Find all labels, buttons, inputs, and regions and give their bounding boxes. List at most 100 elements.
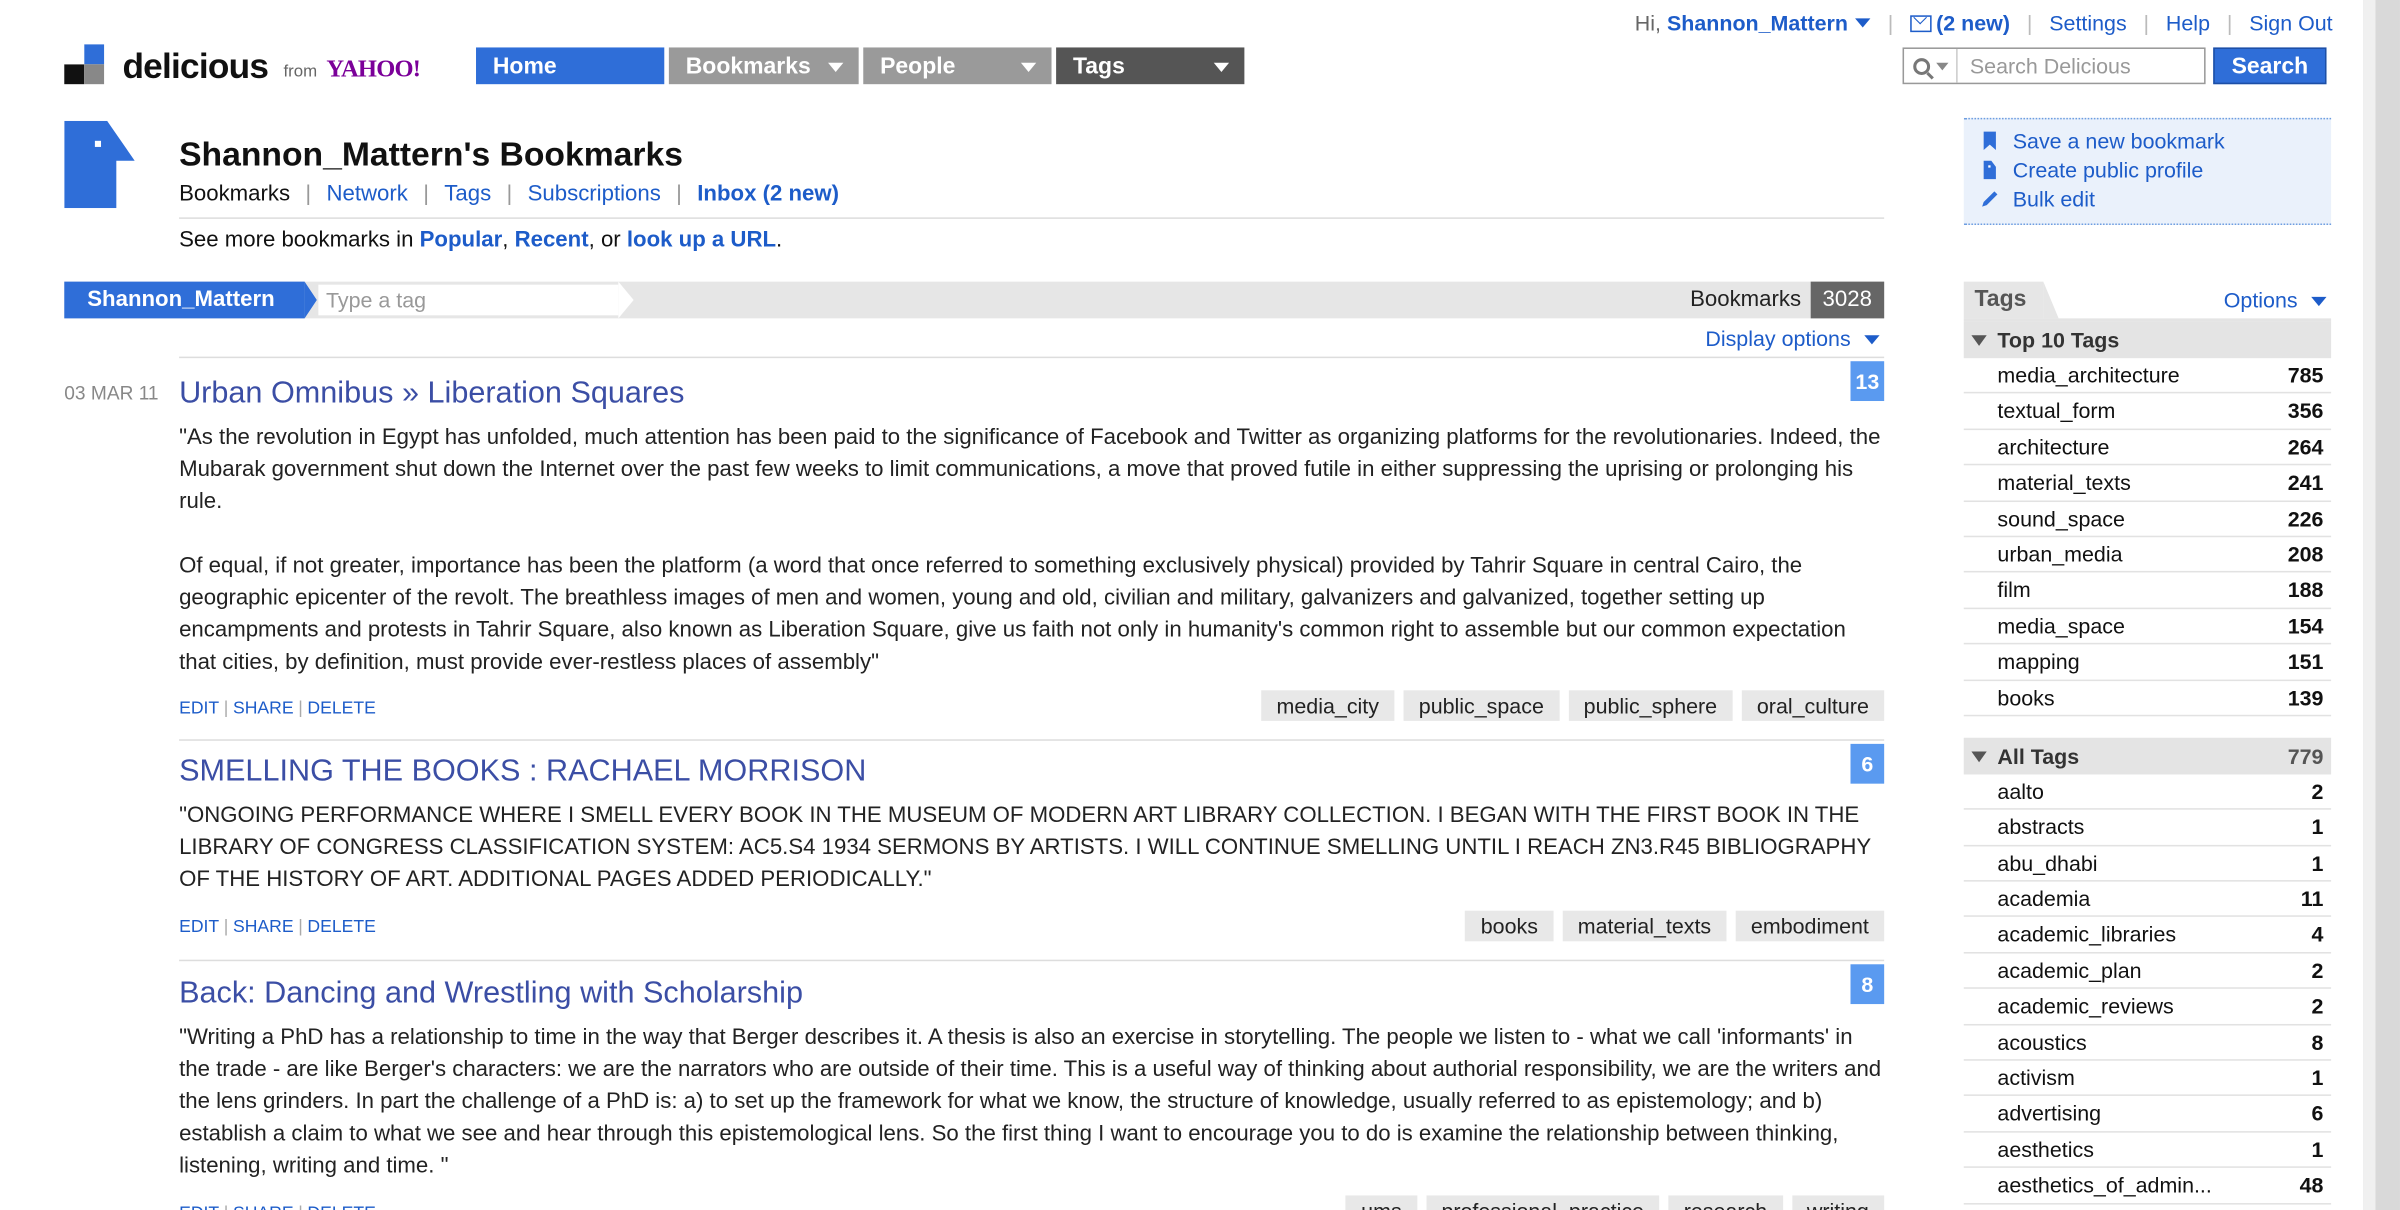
tag-row[interactable]: textual_form 356 <box>1963 394 2332 430</box>
tag-name[interactable]: mapping <box>1997 649 2079 673</box>
delete-link[interactable]: DELETE <box>307 918 375 936</box>
tag-row[interactable]: abstracts 1 <box>1963 810 2332 846</box>
tag-name[interactable]: architecture <box>1997 434 2109 458</box>
save-bookmark-link[interactable]: Save a new bookmark <box>1979 129 2225 153</box>
chevron-down-icon[interactable] <box>1855 18 1871 28</box>
tag-row[interactable]: media_architecture 785 <box>1963 358 2332 394</box>
tag-name[interactable]: academia <box>1997 886 2090 910</box>
subnav-inbox[interactable]: Inbox (2 new) <box>697 182 839 206</box>
tag-chip[interactable]: material_texts <box>1562 910 1727 942</box>
tag-name[interactable]: media_architecture <box>1997 363 2179 387</box>
chevron-down-icon[interactable] <box>828 62 844 72</box>
subnav-bookmarks[interactable]: Bookmarks <box>179 182 290 206</box>
tag-row[interactable]: media_space 154 <box>1963 609 2332 645</box>
chevron-down-icon[interactable] <box>1020 62 1037 72</box>
inbox-link[interactable]: (2 new) <box>1936 11 2010 35</box>
tag-row[interactable]: mapping 151 <box>1963 645 2332 681</box>
bulk-edit-link[interactable]: Bulk edit <box>1979 187 2095 211</box>
tag-row[interactable]: abu_dhabi 1 <box>1963 846 2332 882</box>
share-link[interactable]: SHARE <box>233 1205 294 1210</box>
tag-row[interactable]: acoustics 8 <box>1963 1025 2332 1061</box>
tag-name[interactable]: media_space <box>1997 613 2124 637</box>
help-link[interactable]: Help <box>2166 11 2210 35</box>
edit-link[interactable]: EDIT <box>179 699 219 717</box>
tag-name[interactable]: film <box>1997 578 2030 602</box>
tag-chip[interactable]: books <box>1465 910 1554 942</box>
mail-icon[interactable] <box>1910 14 1932 32</box>
delicious-logo[interactable]: delicious from YAHOO! <box>64 44 421 84</box>
tag-name[interactable]: sound_space <box>1997 506 2124 530</box>
search-input[interactable] <box>1966 52 2203 80</box>
edit-link[interactable]: EDIT <box>179 1205 219 1210</box>
lookup-url-link[interactable]: look up a URL <box>627 228 776 252</box>
tab-tags[interactable]: Tags <box>1056 47 1245 85</box>
tag-row[interactable]: urban_media 208 <box>1963 537 2332 573</box>
tag-chip[interactable]: public_sphere <box>1568 690 1733 721</box>
display-options-menu[interactable]: Display options <box>1705 326 1880 351</box>
subnav-subscriptions[interactable]: Subscriptions <box>528 182 661 206</box>
popular-link[interactable]: Popular <box>420 228 503 252</box>
tab-people[interactable]: People <box>863 47 1052 85</box>
tag-row[interactable]: advertising 6 <box>1963 1097 2332 1133</box>
tag-chip[interactable]: oral_culture <box>1741 690 1885 721</box>
tag-chip[interactable]: ums <box>1345 1195 1417 1210</box>
tag-chip[interactable]: professional_practice <box>1426 1195 1660 1210</box>
signout-link[interactable]: Sign Out <box>2249 11 2332 35</box>
window-scroll-edge[interactable] <box>2363 0 2400 1210</box>
edit-link[interactable]: EDIT <box>179 918 219 936</box>
tag-name[interactable]: aesthetics <box>1997 1137 2093 1161</box>
bookmark-save-count[interactable]: 6 <box>1850 743 1885 784</box>
recent-link[interactable]: Recent <box>515 228 589 252</box>
tag-name[interactable]: advertising <box>1997 1101 2101 1125</box>
tag-row[interactable]: aesthetics_of_admin... 48 <box>1963 1168 2332 1204</box>
username-menu[interactable]: Shannon_Mattern <box>1667 11 1848 35</box>
tag-row[interactable]: academic_reviews 2 <box>1963 989 2332 1025</box>
search-button[interactable]: Search <box>2213 47 2327 85</box>
all-tags-header[interactable]: All Tags 779 <box>1963 737 2332 775</box>
tag-filter-input[interactable] <box>318 284 619 316</box>
tag-row[interactable]: academic_libraries 4 <box>1963 918 2332 954</box>
bookmark-save-count[interactable]: 13 <box>1850 361 1885 402</box>
tag-row[interactable]: books 139 <box>1963 680 2332 717</box>
tag-chip[interactable]: research <box>1668 1195 1783 1210</box>
user-filter-chip[interactable]: Shannon_Mattern <box>64 281 317 319</box>
tag-name[interactable]: activism <box>1997 1065 2074 1089</box>
bookmark-title-link[interactable]: Urban Omnibus » Liberation Squares <box>179 377 684 412</box>
bookmark-save-count[interactable]: 8 <box>1850 964 1885 1005</box>
search-scope-dropdown[interactable] <box>1904 48 1958 83</box>
subnav-network[interactable]: Network <box>326 182 407 206</box>
tag-row[interactable]: sound_space 226 <box>1963 501 2332 538</box>
tag-name[interactable]: abstracts <box>1997 815 2084 839</box>
create-profile-link[interactable]: Create public profile <box>1979 158 2203 182</box>
share-link[interactable]: SHARE <box>233 918 294 936</box>
tag-name[interactable]: aalto <box>1997 779 2043 803</box>
tab-home[interactable]: Home <box>476 47 665 85</box>
tag-name[interactable]: urban_media <box>1997 542 2122 566</box>
tag-name[interactable]: books <box>1997 685 2054 709</box>
top10-tags-header[interactable]: Top 10 Tags <box>1963 321 2332 359</box>
tag-row[interactable]: academia 11 <box>1963 882 2332 918</box>
subnav-tags[interactable]: Tags <box>444 182 491 206</box>
tag-name[interactable]: abu_dhabi <box>1997 851 2097 875</box>
tag-row[interactable]: academic_plan 2 <box>1963 953 2332 990</box>
delete-link[interactable]: DELETE <box>307 1205 375 1210</box>
settings-link[interactable]: Settings <box>2049 11 2126 35</box>
tag-name[interactable]: aesthetics_of_admin... <box>1997 1173 2211 1197</box>
tag-chip[interactable]: public_space <box>1403 690 1560 721</box>
tag-row[interactable]: aalto 2 <box>1963 774 2332 811</box>
tag-chip[interactable]: writing <box>1791 1195 1885 1210</box>
tags-options-menu[interactable]: Options <box>2224 288 2327 312</box>
tag-name[interactable]: academic_plan <box>1997 958 2141 982</box>
bookmark-title-link[interactable]: Back: Dancing and Wrestling with Scholar… <box>179 977 803 1012</box>
tag-name[interactable]: academic_reviews <box>1997 994 2173 1018</box>
tag-name[interactable]: material_texts <box>1997 470 2130 494</box>
tag-name[interactable]: textual_form <box>1997 399 2115 423</box>
tag-name[interactable]: academic_libraries <box>1997 922 2176 946</box>
tag-row[interactable]: material_texts 241 <box>1963 466 2332 502</box>
tag-row[interactable]: architecture 264 <box>1963 430 2332 466</box>
tag-chip[interactable]: media_city <box>1261 690 1395 721</box>
delete-link[interactable]: DELETE <box>307 699 375 717</box>
chevron-down-icon[interactable] <box>1213 62 1230 72</box>
tab-bookmarks[interactable]: Bookmarks <box>668 47 859 85</box>
tag-row[interactable]: aesthetics 1 <box>1963 1132 2332 1169</box>
